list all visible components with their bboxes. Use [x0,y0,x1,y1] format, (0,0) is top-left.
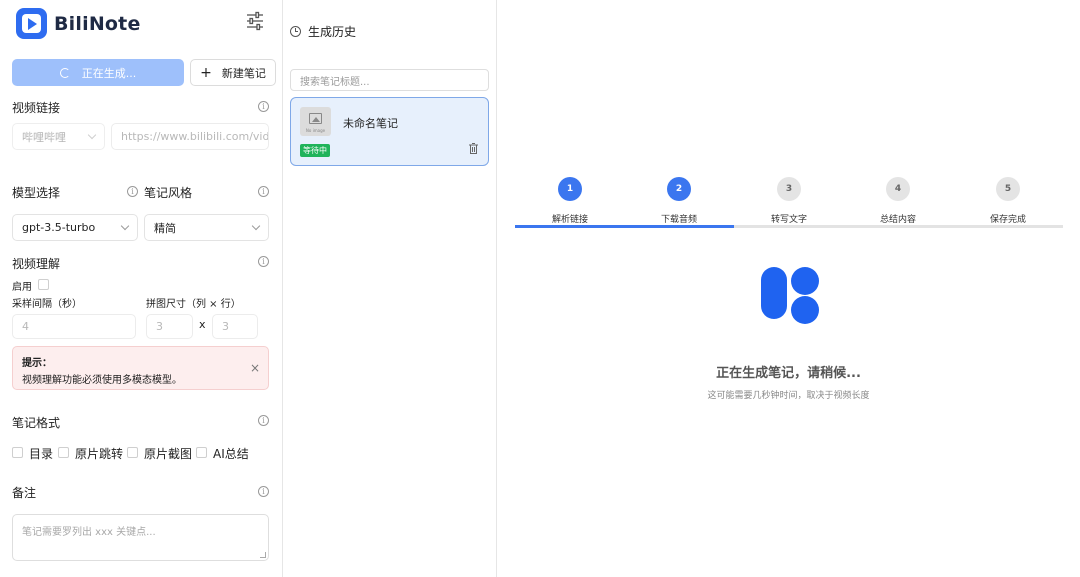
note-format-label: 笔记格式 [12,416,61,430]
note-thumbnail: No image [300,107,331,136]
model-label: 模型选择 [12,186,61,200]
generate-button[interactable]: 正在生成... [12,59,184,86]
app-logo: BiliNote [16,8,141,39]
step-4-indicator: 4 [886,177,910,201]
history-header: 生成历史 [290,23,356,40]
generating-title: 正在生成笔记，请稍候... [716,366,861,381]
notes-textarea[interactable]: 笔记需要罗列出 xxx 关键点... [12,514,269,561]
step-2-indicator: 2 [667,177,691,201]
format-toc-checkbox[interactable] [12,447,23,458]
settings-sliders-icon[interactable] [244,10,266,32]
plus-icon: + [200,64,212,81]
video-understanding-label: 视频理解 [12,257,61,271]
grid-rows-input[interactable]: 3 [212,314,258,339]
note-style-label: 笔记风格 [144,186,193,200]
multimodal-alert: 提示： 视频理解功能必须使用多模态模型。 × [12,346,269,390]
step-5-indicator: 5 [996,177,1020,201]
chevron-down-icon [251,221,261,231]
progress-track [515,225,1063,228]
app-name: BiliNote [54,12,141,35]
alert-title: 提示： [22,358,52,369]
generation-status-panel: 1 2 3 4 5 解析链接 下载音频 转写文字 总结内容 保存完成 正在生成笔… [497,0,1080,577]
image-placeholder-icon [309,113,322,124]
enable-checkbox[interactable] [38,279,49,290]
info-icon[interactable]: i [127,186,138,197]
step-4-number: 4 [894,184,902,194]
format-toc-label: 目录 [29,447,54,461]
alert-text: 视频理解功能必须使用多模态模型。 [22,375,182,386]
chevron-down-icon [87,130,97,140]
step-2-label: 下载音频 [660,215,697,225]
notes-placeholder: 笔记需要罗列出 xxx 关键点... [22,527,156,538]
step-3-indicator: 3 [777,177,801,201]
history-panel: 生成历史 搜索笔记标题... No image 未命名笔记 等待中 [283,0,497,577]
resize-handle[interactable] [260,552,266,558]
app-logo-icon [16,8,47,39]
platform-select-value: 哔哩哔哩 [22,130,66,144]
step-5-label: 保存完成 [989,215,1026,225]
model-select-value: gpt-3.5-turbo [22,221,96,234]
step-4-label: 总结内容 [879,215,916,225]
info-icon[interactable]: i [258,186,269,197]
info-icon[interactable]: i [258,101,269,112]
platform-select[interactable]: 哔哩哔哩 [12,123,105,150]
generating-subtitle: 这可能需要几秒钟时间，取决于视频长度 [707,391,870,401]
loading-spinner-icon [59,67,70,78]
history-note-card[interactable]: No image 未命名笔记 等待中 [290,97,489,166]
interval-label: 采样间隔（秒） [12,299,82,310]
info-icon[interactable]: i [258,256,269,267]
note-form-panel: BiliNote 正在生成... + 新建笔记 视频链接 i 哔哩哔哩 http… [0,0,283,577]
status-badge: 等待中 [300,144,330,157]
interval-input[interactable]: 4 [12,314,136,339]
new-note-button-label: 新建笔记 [221,66,266,80]
note-style-select-value: 精简 [154,221,176,235]
notes-label: 备注 [12,486,37,500]
clock-icon [290,26,301,37]
grid-cols-value: 3 [156,320,163,333]
app-loading-logo-icon [761,267,819,324]
chevron-down-icon [120,221,130,231]
app-root: BiliNote 正在生成... + 新建笔记 视频链接 i 哔哩哔哩 http… [0,0,1080,577]
model-select[interactable]: gpt-3.5-turbo [12,214,138,241]
step-2-number: 2 [675,184,683,194]
step-5-number: 5 [1004,184,1012,194]
grid-rows-value: 3 [222,320,229,333]
format-ai-summary-label: AI总结 [213,447,249,461]
trash-icon[interactable] [469,143,478,154]
progress-fill [515,225,735,228]
step-3-number: 3 [785,184,793,194]
grid-size-label: 拼图尺寸（列 × 行） [146,299,241,310]
format-ai-summary-checkbox[interactable] [196,447,207,458]
enable-label: 启用 [12,282,32,293]
step-1-label: 解析链接 [551,215,588,225]
info-icon[interactable]: i [258,415,269,426]
generate-button-label: 正在生成... [81,66,137,80]
video-url-input[interactable]: https://www.bilibili.com/video/... [111,123,269,150]
video-url-placeholder: https://www.bilibili.com/video/... [121,130,269,143]
grid-cols-input[interactable]: 3 [146,314,193,339]
note-style-select[interactable]: 精简 [144,214,269,241]
step-3-label: 转写文字 [770,215,807,225]
info-icon[interactable]: i [258,486,269,497]
step-1-indicator: 1 [558,177,582,201]
interval-input-value: 4 [22,320,29,333]
format-screenshot-label: 原片截图 [144,447,193,461]
new-note-button[interactable]: + 新建笔记 [190,59,276,86]
history-search-input[interactable]: 搜索笔记标题... [290,69,489,91]
history-title: 生成历史 [308,25,357,39]
close-icon[interactable]: × [250,361,260,375]
format-jump-label: 原片跳转 [75,447,124,461]
video-link-label: 视频链接 [12,101,61,115]
format-screenshot-checkbox[interactable] [127,447,138,458]
step-1-number: 1 [566,184,574,194]
grid-separator: x [199,318,206,331]
history-search-placeholder: 搜索笔记标题... [300,76,370,88]
note-card-title: 未命名笔记 [343,117,398,130]
thumbnail-caption: No image [305,128,326,133]
format-jump-checkbox[interactable] [58,447,69,458]
